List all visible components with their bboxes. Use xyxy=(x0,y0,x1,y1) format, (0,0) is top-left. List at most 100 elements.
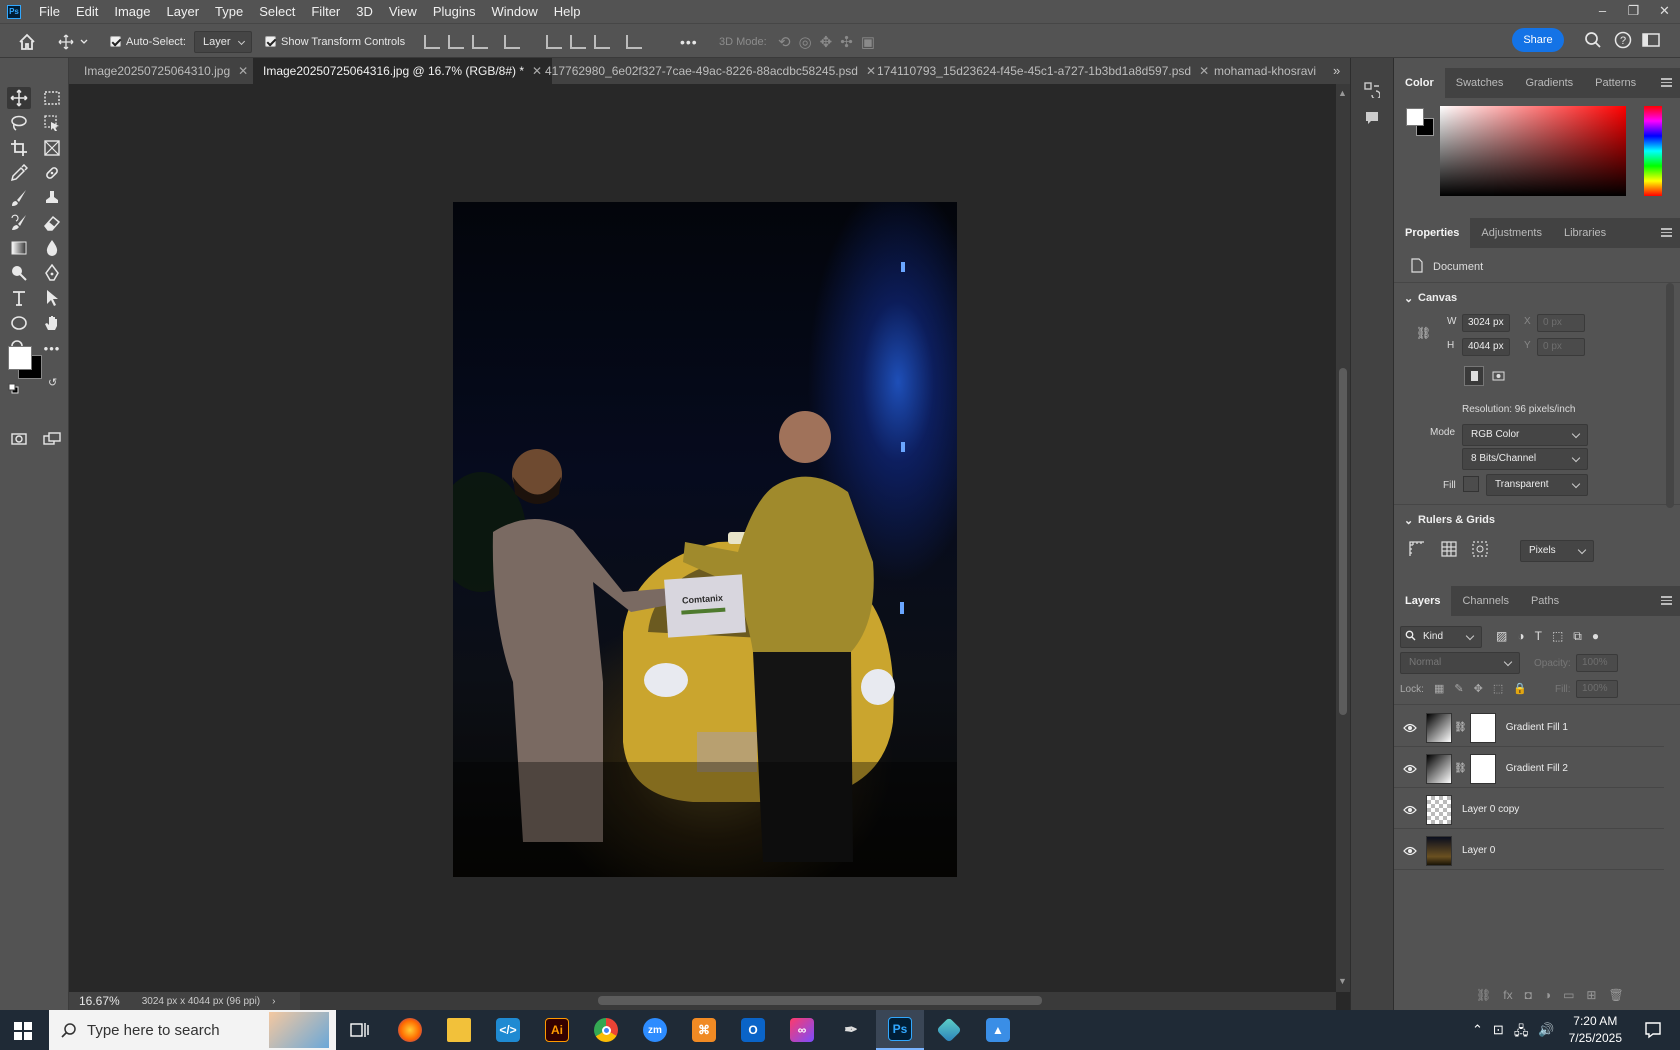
show-transform-checkbox[interactable]: Show Transform Controls xyxy=(265,24,405,59)
filter-adjustment-icon[interactable]: ◑ xyxy=(1517,629,1524,644)
align-bottom-icon[interactable] xyxy=(594,34,610,49)
grid-icon[interactable] xyxy=(1441,541,1457,557)
scroll-down-icon[interactable]: ▼ xyxy=(1338,976,1347,986)
eyedropper-tool-icon[interactable] xyxy=(7,162,31,184)
ruler-icon[interactable] xyxy=(1409,541,1425,557)
filter-pixel-icon[interactable]: ▨ xyxy=(1496,629,1507,644)
help-icon[interactable]: ? xyxy=(1614,31,1632,49)
pixel-grid-icon[interactable] xyxy=(1472,541,1488,557)
link-dimensions-icon[interactable]: ⛓ xyxy=(1416,326,1431,340)
taskbar-app-photos[interactable]: ▲ xyxy=(974,1010,1022,1050)
layer-visibility-eye-icon[interactable] xyxy=(1394,846,1426,856)
menu-file[interactable]: File xyxy=(31,0,68,23)
tab-image-64316[interactable]: Image20250725064316.jpg @ 16.7% (RGB/8#)… xyxy=(253,58,553,84)
gradient-tool-icon[interactable] xyxy=(7,237,31,259)
comments-panel-icon[interactable] xyxy=(1364,110,1380,126)
workspace-icon[interactable] xyxy=(1642,32,1662,48)
rulers-grids-title[interactable]: Rulers & Grids xyxy=(1418,514,1495,526)
filter-type-icon[interactable]: T xyxy=(1535,629,1542,644)
x-input[interactable]: 0 px xyxy=(1537,314,1585,332)
menu-select[interactable]: Select xyxy=(251,0,303,23)
object-selection-tool-icon[interactable] xyxy=(40,112,64,134)
vertical-scroll-thumb[interactable] xyxy=(1339,368,1347,715)
network-icon[interactable]: 🖧 xyxy=(1514,1022,1529,1044)
3d-roll-icon[interactable]: ◎ xyxy=(799,33,812,51)
canvas-section-title[interactable]: Canvas xyxy=(1418,292,1457,304)
minimize-button[interactable]: – xyxy=(1587,0,1618,23)
taskbar-clock[interactable]: 7:20 AM 7/25/2025 xyxy=(1569,1010,1622,1050)
3d-slide-icon[interactable]: ✣ xyxy=(840,33,853,51)
tab-properties[interactable]: Properties xyxy=(1394,218,1471,248)
color-foreground-chip[interactable] xyxy=(1406,108,1424,126)
link-layers-icon[interactable]: ⛓ xyxy=(1476,988,1491,1002)
taskbar-app-vscode[interactable]: </> xyxy=(484,1010,532,1050)
menu-window[interactable]: Window xyxy=(483,0,545,23)
filter-toggle-icon[interactable]: ● xyxy=(1592,629,1599,644)
notifications-icon[interactable] xyxy=(1644,1021,1662,1039)
eraser-tool-icon[interactable] xyxy=(40,212,64,234)
layer-visibility-eye-icon[interactable] xyxy=(1394,723,1426,733)
layer-name[interactable]: Gradient Fill 1 xyxy=(1506,722,1568,733)
distribute-icon[interactable] xyxy=(504,34,520,49)
status-menu-icon[interactable]: › xyxy=(272,996,275,1007)
new-group-icon[interactable]: ▭ xyxy=(1563,988,1574,1002)
screen-mode-icon[interactable] xyxy=(40,428,64,450)
3d-camera-icon[interactable]: ▣ xyxy=(861,33,875,51)
align-middle-icon[interactable] xyxy=(570,34,586,49)
taskbar-app-creative-cloud[interactable]: ∞ xyxy=(778,1010,826,1050)
layer-visibility-eye-icon[interactable] xyxy=(1394,764,1426,774)
width-input[interactable]: 3024 px xyxy=(1462,314,1510,332)
tab-psd-174110793[interactable]: 174110793_15d23624-f45e-45c1-a727-1b3bd1… xyxy=(867,58,1219,84)
delete-layer-icon[interactable]: 🗑 xyxy=(1608,988,1623,1002)
document-image[interactable]: Comtanix xyxy=(453,202,957,877)
search-icon[interactable] xyxy=(1584,31,1602,49)
blend-mode-dropdown[interactable]: Normal xyxy=(1400,652,1520,674)
healing-brush-tool-icon[interactable] xyxy=(40,162,64,184)
auto-select-target-dropdown[interactable]: Layer xyxy=(194,30,252,53)
tab-layers[interactable]: Layers xyxy=(1394,586,1452,616)
tab-image-64310[interactable]: Image20250725064310.jpg ✕ xyxy=(74,58,258,84)
scroll-up-icon[interactable]: ▲ xyxy=(1338,88,1347,98)
move-tool-icon[interactable] xyxy=(7,87,31,109)
taskbar-app-chrome[interactable] xyxy=(582,1010,630,1050)
tab-psd-417762980[interactable]: 417762980_6e02f327-7cae-49ac-8226-88acdb… xyxy=(535,58,886,84)
blur-tool-icon[interactable] xyxy=(40,237,64,259)
lock-position-icon[interactable]: ✥ xyxy=(1474,682,1483,695)
lock-artboard-icon[interactable]: ⬚ xyxy=(1493,682,1503,695)
layer-row-gradient-fill-2[interactable]: ⛓ Gradient Fill 2 xyxy=(1394,750,1664,788)
3d-orbit-icon[interactable]: ⟲ xyxy=(778,33,791,51)
foreground-color-swatch[interactable] xyxy=(8,346,32,370)
properties-panel-menu-icon[interactable] xyxy=(1661,228,1672,237)
tab-color[interactable]: Color xyxy=(1394,68,1445,98)
share-button[interactable]: Share xyxy=(1512,28,1564,52)
default-colors-icon[interactable] xyxy=(8,383,19,394)
adjustment-layer-icon[interactable]: ◑ xyxy=(1544,988,1551,1002)
tab-adjustments[interactable]: Adjustments xyxy=(1470,218,1553,248)
menu-image[interactable]: Image xyxy=(106,0,158,23)
3d-pan-icon[interactable]: ✥ xyxy=(820,33,833,51)
type-tool-icon[interactable] xyxy=(7,287,31,309)
ellipse-tool-icon[interactable] xyxy=(7,312,31,334)
filter-shape-icon[interactable]: ⬚ xyxy=(1552,629,1563,644)
color-picker-field[interactable] xyxy=(1440,106,1626,196)
path-selection-tool-icon[interactable] xyxy=(40,287,64,309)
bit-depth-dropdown[interactable]: 8 Bits/Channel xyxy=(1462,448,1588,470)
y-input[interactable]: 0 px xyxy=(1537,338,1585,356)
swap-colors-icon[interactable]: ↺ xyxy=(48,376,57,389)
taskbar-app-tool[interactable]: ⌘ xyxy=(680,1010,728,1050)
taskbar-app-file-explorer[interactable] xyxy=(435,1010,483,1050)
align-left-icon[interactable] xyxy=(424,34,440,49)
menu-3d[interactable]: 3D xyxy=(348,0,381,23)
lock-all-icon[interactable]: 🔒 xyxy=(1513,682,1527,695)
layer-row-layer-0-copy[interactable]: Layer 0 copy xyxy=(1394,791,1664,829)
layer-mask-thumbnail[interactable] xyxy=(1469,753,1496,784)
dodge-tool-icon[interactable] xyxy=(7,262,31,284)
layer-row-gradient-fill-1[interactable]: ⛓ Gradient Fill 1 xyxy=(1394,709,1664,747)
landscape-orientation-icon[interactable] xyxy=(1488,366,1508,386)
lasso-tool-icon[interactable] xyxy=(7,112,31,134)
menu-type[interactable]: Type xyxy=(207,0,251,23)
quick-mask-icon[interactable] xyxy=(7,428,31,450)
task-view-icon[interactable] xyxy=(336,1010,384,1050)
lock-pixels-icon[interactable]: ✎ xyxy=(1454,682,1463,695)
align-top-icon[interactable] xyxy=(546,34,562,49)
